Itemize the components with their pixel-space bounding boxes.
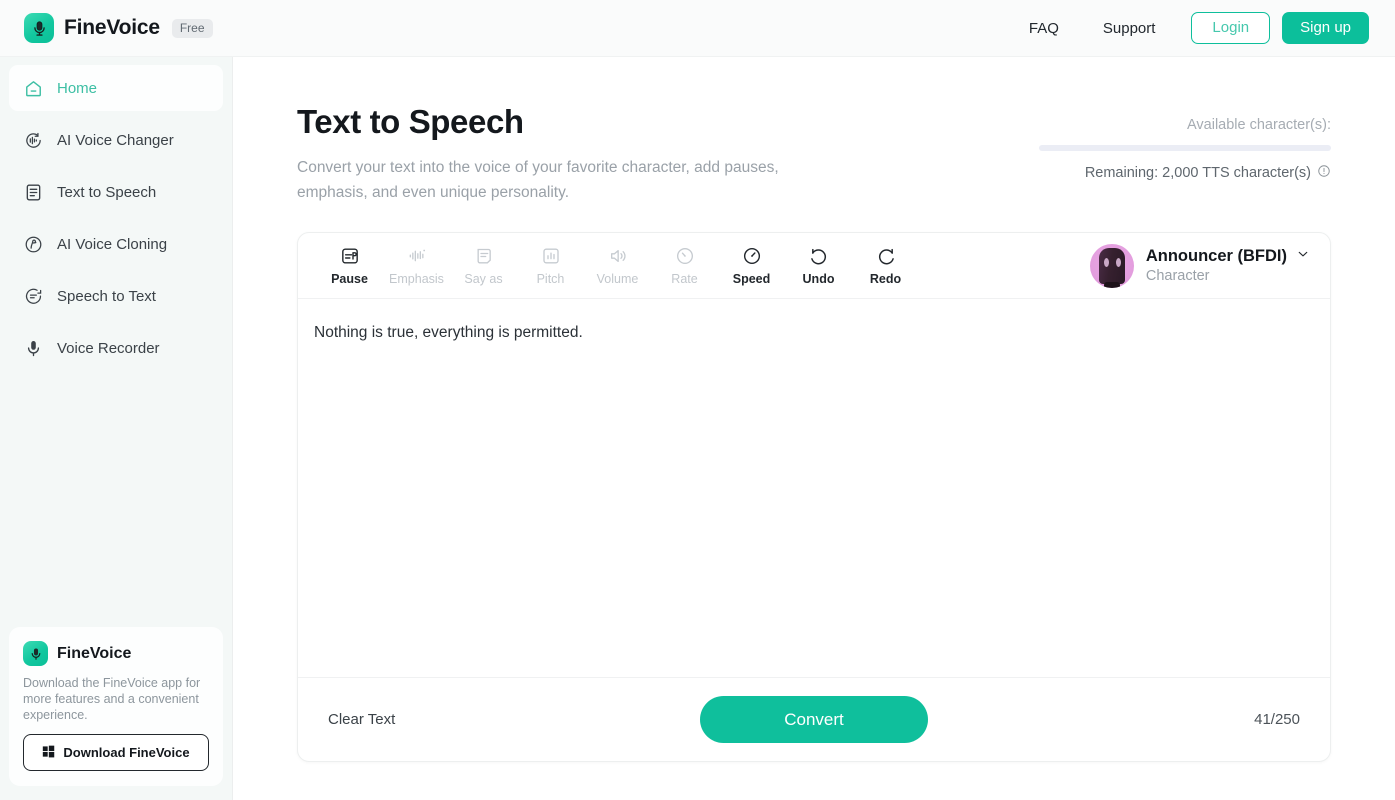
download-finevoice-button[interactable]: Download FineVoice <box>23 734 209 771</box>
speech-bubble-icon <box>23 286 44 307</box>
app-window: FineVoice Free FAQ Support Login Sign up <box>0 0 1395 800</box>
microphone-icon <box>24 13 54 43</box>
voice-changer-icon <box>23 130 44 151</box>
text-editor-area <box>298 299 1330 677</box>
tool-undo[interactable]: Undo <box>785 245 852 286</box>
brand[interactable]: FineVoice Free <box>24 13 213 43</box>
promo-description: Download the FineVoice app for more feat… <box>23 676 201 722</box>
tool-label: Redo <box>869 272 902 286</box>
sidebar-nav: Home AI Voice Changer Text to Speech AI … <box>0 65 232 377</box>
pause-tag-icon <box>340 245 360 267</box>
pitch-bars-icon <box>541 245 561 267</box>
tool-redo[interactable]: Redo <box>852 245 919 286</box>
sidebar-item-label: Speech to Text <box>57 287 156 305</box>
app-body: Home AI Voice Changer Text to Speech AI … <box>0 57 1395 800</box>
avatar-base <box>1103 281 1120 288</box>
tool-label: Emphasis <box>389 272 444 286</box>
sidebar-item-ai-voice-cloning[interactable]: AI Voice Cloning <box>9 221 223 267</box>
character-quota: Available character(s): Remaining: 2,000… <box>1039 103 1331 182</box>
page-heading-block: Text to Speech Convert your text into th… <box>297 103 797 205</box>
speedometer-icon <box>742 245 762 267</box>
announcer-avatar <box>1089 243 1134 288</box>
sidebar-item-label: AI Voice Cloning <box>57 235 168 253</box>
download-button-label: Download FineVoice <box>63 745 190 760</box>
header-nav: FAQ Support Login Sign up <box>1007 12 1369 44</box>
undo-arrow-icon <box>809 245 829 267</box>
sidebar-item-label: Voice Recorder <box>57 339 160 357</box>
redo-arrow-icon <box>876 245 896 267</box>
sidebar-item-speech-to-text[interactable]: Speech to Text <box>9 273 223 319</box>
tool-pause[interactable]: Pause <box>316 245 383 286</box>
editor-action-bar: Clear Text Convert 41/250 <box>298 677 1330 761</box>
top-header: FineVoice Free FAQ Support Login Sign up <box>0 0 1395 57</box>
waveform-icon <box>407 245 427 267</box>
tool-label: Pitch <box>536 272 565 286</box>
editor-toolbar: Pause Emphasis Say as Pitch Volume Rate … <box>298 233 1330 299</box>
document-lines-icon <box>23 182 44 203</box>
avatar-eye-left <box>1103 257 1109 267</box>
voice-clone-icon <box>23 234 44 255</box>
clock-icon <box>675 245 695 267</box>
plan-badge: Free <box>171 18 213 38</box>
tool-label: Rate <box>671 272 698 286</box>
tool-emphasis[interactable]: Emphasis <box>383 245 450 286</box>
voice-selector[interactable]: Announcer (BFDI) Character <box>1089 243 1316 288</box>
voice-name-row: Announcer (BFDI) <box>1146 247 1310 266</box>
tool-volume[interactable]: Volume <box>584 245 651 286</box>
page-title: Text to Speech <box>297 103 524 140</box>
avatar-eye-right <box>1115 257 1121 267</box>
promo-header: FineVoice <box>23 641 209 666</box>
signup-button[interactable]: Sign up <box>1282 12 1369 44</box>
speaker-icon <box>608 245 628 267</box>
chevron-down-icon[interactable] <box>1296 247 1310 266</box>
tts-text-input[interactable] <box>314 321 1306 667</box>
sidebar-item-text-to-speech[interactable]: Text to Speech <box>9 169 223 215</box>
login-button[interactable]: Login <box>1191 12 1271 44</box>
tool-rate[interactable]: Rate <box>651 245 718 286</box>
clear-text-button[interactable]: Clear Text <box>328 711 395 728</box>
tts-editor-card: Pause Emphasis Say as Pitch Volume Rate … <box>297 232 1331 762</box>
nav-link-faq[interactable]: FAQ <box>1007 20 1081 37</box>
say-as-icon <box>474 245 494 267</box>
brand-name: FineVoice <box>64 16 160 39</box>
tool-label: Undo <box>802 272 835 286</box>
sidebar-item-label: Text to Speech <box>57 183 157 201</box>
home-icon <box>23 78 44 99</box>
main-content: Text to Speech Convert your text into th… <box>233 57 1395 800</box>
voice-name: Announcer (BFDI) <box>1145 247 1287 265</box>
quota-remaining: Remaining: 2,000 TTS character(s) <box>1039 164 1331 182</box>
page-header: Text to Speech Convert your text into th… <box>297 103 1331 205</box>
nav-link-support[interactable]: Support <box>1081 20 1178 37</box>
windows-icon <box>42 745 55 761</box>
character-counter: 41/250 <box>1254 711 1300 728</box>
promo-title: FineVoice <box>57 644 132 662</box>
tool-speed[interactable]: Speed <box>718 245 785 286</box>
sidebar: Home AI Voice Changer Text to Speech AI … <box>0 57 233 800</box>
page-subtitle: Convert your text into the voice of your… <box>297 159 779 201</box>
microphone-icon <box>23 641 48 666</box>
quota-label: Available character(s): <box>1187 117 1331 133</box>
quota-remaining-text: Remaining: 2,000 TTS character(s) <box>1084 165 1311 181</box>
tool-label: Say as <box>464 272 503 286</box>
microphone-icon <box>23 338 44 359</box>
convert-button[interactable]: Convert <box>700 696 928 743</box>
sidebar-item-home[interactable]: Home <box>9 65 223 111</box>
tool-label: Speed <box>732 272 771 286</box>
tool-label: Volume <box>596 272 639 286</box>
tool-say-as[interactable]: Say as <box>450 245 517 286</box>
sidebar-item-label: Home <box>57 79 98 97</box>
info-circle-icon[interactable] <box>1317 164 1331 182</box>
tool-pitch[interactable]: Pitch <box>517 245 584 286</box>
download-promo-card: FineVoice Download the FineVoice app for… <box>9 627 223 786</box>
quota-progress-bar <box>1039 145 1331 151</box>
sidebar-item-label: AI Voice Changer <box>57 131 174 149</box>
sidebar-item-ai-voice-changer[interactable]: AI Voice Changer <box>9 117 223 163</box>
voice-type: Character <box>1145 268 1210 284</box>
voice-meta: Announcer (BFDI) Character <box>1146 247 1310 284</box>
avatar-body <box>1098 247 1125 284</box>
sidebar-item-voice-recorder[interactable]: Voice Recorder <box>9 325 223 371</box>
tool-label: Pause <box>331 272 368 286</box>
